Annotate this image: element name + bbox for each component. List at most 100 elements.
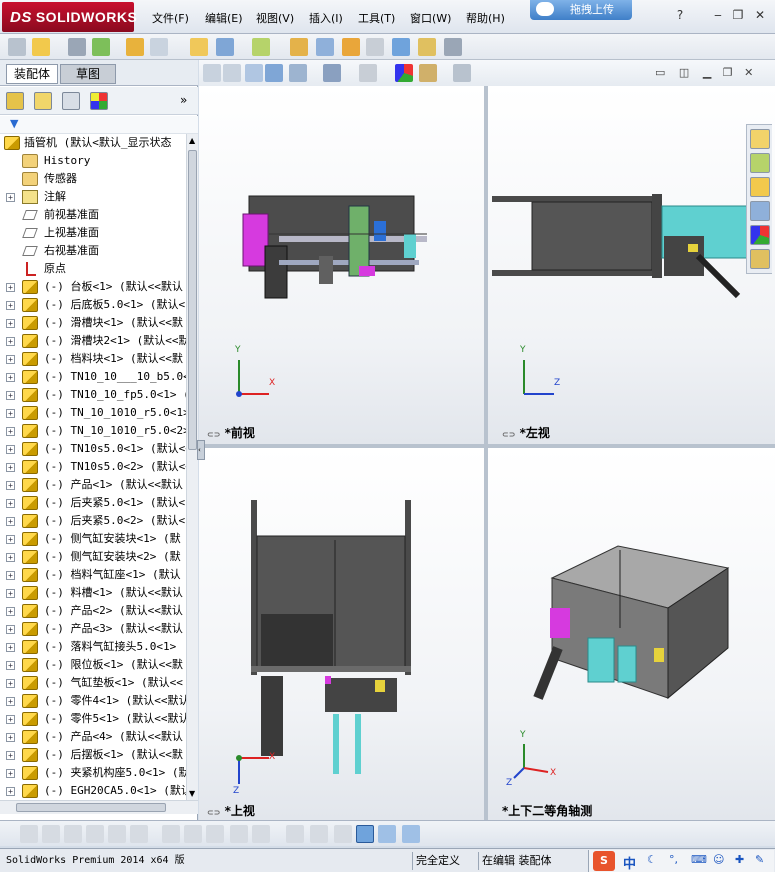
tree-item[interactable]: 右视基准面 (0, 242, 186, 260)
tree-item[interactable]: + (-) 产品<3> (默认<<默认 (0, 620, 186, 638)
tree-item[interactable]: + (-) 侧气缸安装块<1> (默 (0, 530, 186, 548)
skin-icon[interactable]: ✚ (735, 853, 744, 866)
collapse-pane-icon[interactable]: ‹ (197, 440, 205, 460)
construction-icon[interactable] (252, 825, 270, 843)
file-explorer-icon[interactable] (750, 177, 770, 197)
expand-icon[interactable]: + (6, 301, 15, 310)
tree-item[interactable]: + (-) 夹紧机构座5.0<1> (默 (0, 764, 186, 782)
tree-item[interactable]: 前视基准面 (0, 206, 186, 224)
configuration-manager-icon[interactable] (62, 92, 80, 110)
expand-pane-icon[interactable]: » (180, 93, 187, 107)
four-viewports-icon[interactable] (402, 825, 420, 843)
tree-item[interactable]: + (-) 零件4<1> (默认<<默认 (0, 692, 186, 710)
expand-icon[interactable]: + (6, 391, 15, 400)
assembly-features-icon[interactable] (216, 38, 234, 56)
dimension-icon[interactable] (286, 825, 304, 843)
tree-item[interactable]: + (-) EGH20CA5.0<1> (默认 (0, 782, 186, 800)
tree-item[interactable]: + (-) 气缸垫板<1> (默认<< (0, 674, 186, 692)
menu-help[interactable]: 帮助(H) (466, 10, 505, 26)
expand-icon[interactable]: + (6, 589, 15, 598)
display-style-icon[interactable] (323, 64, 341, 82)
tab-assembly[interactable]: 装配体 (6, 64, 58, 84)
expand-icon[interactable]: + (6, 481, 15, 490)
open-icon[interactable] (32, 38, 50, 56)
expand-icon[interactable]: + (6, 283, 15, 292)
two-view-icon[interactable]: ◫ (679, 66, 689, 79)
hide-show-items-icon[interactable] (359, 64, 377, 82)
expand-icon[interactable]: + (6, 679, 15, 688)
measure-icon[interactable] (392, 38, 410, 56)
tree-filter[interactable]: ▼ (0, 116, 198, 134)
filter-icon[interactable]: ▼ (10, 117, 18, 130)
expand-icon[interactable]: + (6, 517, 15, 526)
expand-icon[interactable]: + (6, 733, 15, 742)
tree-item[interactable]: + (-) 档料气缸座<1> (默认 (0, 566, 186, 584)
help-icon[interactable]: ? (672, 8, 688, 22)
tree-item[interactable]: + (-) 后底板5.0<1> (默认< (0, 296, 186, 314)
expand-icon[interactable]: + (6, 787, 15, 796)
sogou-icon[interactable]: S (593, 851, 615, 871)
appearances-icon[interactable] (750, 225, 770, 245)
centerline-icon[interactable] (130, 825, 148, 843)
view-orientation-icon[interactable] (289, 64, 307, 82)
tree-item[interactable]: + 注解 (0, 188, 186, 206)
single-view-icon[interactable]: ▭ (655, 66, 665, 79)
tree-item[interactable]: + (-) 料槽<1> (默认<<默认 (0, 584, 186, 602)
tree-item[interactable]: + (-) TN_10_1010_r5.0<2> (0, 422, 186, 440)
tab-sketch[interactable]: 草图 (60, 64, 116, 84)
graphics-area[interactable]: ▭ ◫ ▁ ❐ ✕ Y X ⊂⊃ *前视 Y Z ⊂⊃ *左视 X Z ⊂⊃ *… (197, 60, 775, 820)
angle-icon[interactable] (334, 825, 352, 843)
show-hidden-icon[interactable] (316, 38, 334, 56)
exploded-view-icon[interactable] (342, 38, 360, 56)
tree-item[interactable]: + (-) 滑槽块2<1> (默认<<默 (0, 332, 186, 350)
upload-button[interactable]: 拖拽上传 (530, 0, 632, 20)
mate-icon[interactable] (92, 38, 110, 56)
expand-icon[interactable]: + (6, 769, 15, 778)
viewport-top[interactable]: X Z ⊂⊃ *上视 (199, 448, 484, 820)
expand-icon[interactable]: + (6, 337, 15, 346)
tree-vertical-scrollbar[interactable]: ▲ ▼ (186, 134, 198, 800)
expand-icon[interactable]: + (6, 661, 15, 670)
instant3d-icon[interactable] (444, 38, 462, 56)
tree-item[interactable]: 上视基准面 (0, 224, 186, 242)
tree-item[interactable]: + (-) 产品<1> (默认<<默认 (0, 476, 186, 494)
tree-item[interactable]: + (-) 后摆板<1> (默认<<默 (0, 746, 186, 764)
options-icon[interactable] (190, 38, 208, 56)
expand-icon[interactable]: + (6, 463, 15, 472)
attach-icon[interactable] (68, 38, 86, 56)
tree-item[interactable]: + (-) 侧气缸安装块<2> (默 (0, 548, 186, 566)
grid-icon[interactable] (310, 825, 328, 843)
menu-insert[interactable]: 插入(I) (309, 10, 343, 26)
tree-item[interactable]: + (-) TN10s5.0<1> (默认<< (0, 440, 186, 458)
tree-item[interactable]: + (-) 档料块<1> (默认<<默 (0, 350, 186, 368)
shaded-view-icon[interactable] (356, 825, 374, 843)
design-library-icon[interactable] (750, 153, 770, 173)
rebuild-icon[interactable] (150, 38, 168, 56)
expand-icon[interactable]: + (6, 715, 15, 724)
view-settings-icon[interactable] (453, 64, 471, 82)
minimize-icon[interactable]: ‒ (710, 8, 726, 22)
tree-item[interactable]: + (-) 后夹紧5.0<1> (默认< (0, 494, 186, 512)
offset-icon[interactable] (206, 825, 224, 843)
keyboard-icon[interactable]: ⌨ (691, 853, 707, 866)
menu-file[interactable]: 文件(F) (152, 10, 189, 26)
point-icon[interactable] (20, 825, 38, 843)
expand-icon[interactable]: + (6, 571, 15, 580)
tree-item[interactable]: History (0, 152, 186, 170)
custom-properties-icon[interactable] (750, 249, 770, 269)
tree-horizontal-scrollbar[interactable] (0, 800, 198, 814)
viewport-front[interactable]: Y X ⊂⊃ *前视 (199, 86, 484, 444)
tree-item[interactable]: + (-) 限位板<1> (默认<<默 (0, 656, 186, 674)
property-manager-icon[interactable] (34, 92, 52, 110)
edit-appearance-icon[interactable] (395, 64, 413, 82)
expand-icon[interactable]: + (6, 697, 15, 706)
expand-icon[interactable]: + (6, 553, 15, 562)
punctuation-icon[interactable]: °, (669, 853, 678, 866)
expand-icon[interactable]: + (6, 535, 15, 544)
expand-icon[interactable]: + (6, 607, 15, 616)
user-icon[interactable]: ☺ (713, 853, 724, 866)
tree-item[interactable]: + (-) 落料气缸接头5.0<1> (0, 638, 186, 656)
zoom-area-icon[interactable] (223, 64, 241, 82)
tree-item[interactable]: 原点 (0, 260, 186, 278)
previous-view-icon[interactable] (245, 64, 263, 82)
